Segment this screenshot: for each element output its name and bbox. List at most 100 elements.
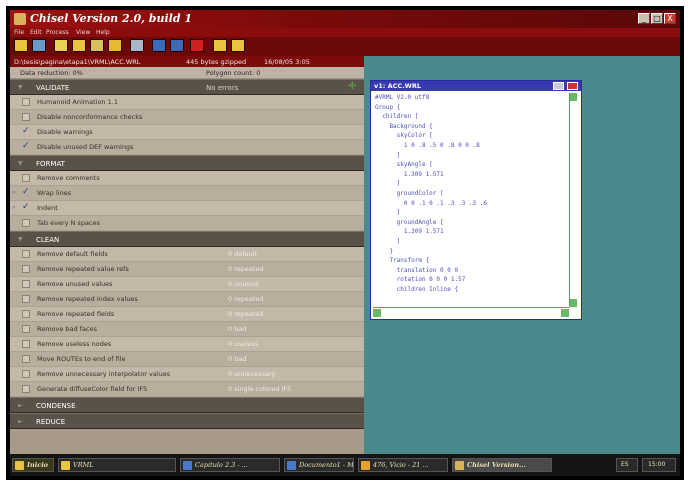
section-format[interactable]: ▼ FORMAT: [10, 155, 364, 171]
option-row[interactable]: Remove unused values 0 unused: [10, 277, 364, 292]
validation-status: No errors: [206, 84, 239, 92]
vertical-scrollbar[interactable]: [569, 93, 577, 307]
option-label: Generate diffuseColor field for IFS: [37, 385, 148, 393]
resize-grip-icon[interactable]: ✛: [348, 81, 356, 92]
process-icon[interactable]: [213, 39, 227, 52]
scroll-up-icon[interactable]: [570, 93, 577, 101]
checkbox[interactable]: [22, 219, 30, 227]
checkbox[interactable]: [22, 113, 30, 121]
option-row[interactable]: Humanoid Animation 1.1: [10, 95, 364, 110]
option-label: Remove comments: [37, 174, 100, 182]
checkbox[interactable]: [22, 370, 30, 378]
checkbox[interactable]: [22, 265, 30, 273]
clock-label: 15:00: [648, 461, 666, 468]
expand-icon: ▼: [18, 160, 23, 167]
menu-file[interactable]: File: [14, 29, 24, 36]
system-clock[interactable]: 15:00: [642, 458, 676, 472]
option-row[interactable]: ✓ Disable unused DEF warnings: [10, 140, 364, 155]
option-row[interactable]: Remove useless nodes 0 useless: [10, 337, 364, 352]
section-reduce[interactable]: ► REDUCE: [10, 413, 364, 429]
undo-icon[interactable]: [54, 39, 68, 52]
desktop-frame: Chisel Version 2.0, build 1 _ □ X File E…: [6, 6, 684, 480]
stop-icon[interactable]: [190, 39, 204, 52]
checkbox[interactable]: [22, 250, 30, 258]
checkbox[interactable]: [22, 174, 30, 182]
option-row[interactable]: Remove unnecessary interpolator values 0 …: [10, 367, 364, 382]
language-indicator[interactable]: ES: [616, 458, 638, 472]
horizontal-scrollbar[interactable]: [373, 307, 569, 317]
clean-options: Remove default fields 0 default Remove rep…: [10, 247, 364, 397]
vrml-maximize-icon[interactable]: [553, 82, 564, 90]
checkmark-icon[interactable]: ✓: [22, 126, 30, 136]
option-count: 0 repeated: [228, 295, 264, 303]
list-icon[interactable]: [130, 39, 144, 52]
language-label: ES: [621, 461, 629, 468]
option-row[interactable]: Generate diffuseColor field for IFS 0 sin…: [10, 382, 364, 397]
option-count: 0 unused: [228, 280, 259, 288]
checkmark-icon[interactable]: ✓: [22, 202, 30, 212]
option-row[interactable]: » ✓ Wrap lines: [10, 186, 364, 201]
vrml-code-text[interactable]: #VRML V2.0 utf8 Group { children [ Backg…: [375, 93, 565, 305]
paste-icon[interactable]: [90, 39, 104, 52]
minimize-button[interactable]: _: [638, 13, 650, 24]
start-button[interactable]: Inicio: [12, 458, 54, 472]
menu-view[interactable]: View: [76, 29, 90, 36]
option-row[interactable]: Move ROUTEs to end of file 0 bad: [10, 352, 364, 367]
checkbox[interactable]: [22, 310, 30, 318]
polygon-count: Polygon count: 0: [206, 69, 261, 77]
save-icon[interactable]: [32, 39, 46, 52]
option-row[interactable]: Remove repeated fields 0 repeated: [10, 307, 364, 322]
option-row[interactable]: Remove repeated index values 0 repeated: [10, 292, 364, 307]
task-chisel[interactable]: Chisel Version...: [452, 458, 552, 472]
arrow-left-icon[interactable]: [152, 39, 166, 52]
checkbox[interactable]: [22, 325, 30, 333]
vrml-title-bar[interactable]: v1: ACC.WRL: [371, 81, 581, 91]
toolbar: [10, 37, 680, 56]
section-condense[interactable]: ► CONDENSE: [10, 397, 364, 413]
scroll-right-icon[interactable]: [561, 309, 569, 317]
open-icon[interactable]: [14, 39, 28, 52]
maximize-button[interactable]: □: [651, 13, 663, 24]
title-bar[interactable]: Chisel Version 2.0, build 1 _ □ X: [10, 10, 680, 28]
option-row[interactable]: Remove repeated value refs 0 repeated: [10, 262, 364, 277]
options-panel: Data reduction: 0% Polygon count: 0 ▼ VA…: [10, 67, 364, 454]
section-label: REDUCE: [36, 418, 66, 426]
section-label: CONDENSE: [36, 402, 76, 410]
scroll-down-icon[interactable]: [570, 299, 577, 307]
option-count: 0 single colored IFS: [228, 385, 292, 393]
copy-icon[interactable]: [72, 39, 86, 52]
task-documento[interactable]: Documento1 - M...: [284, 458, 354, 472]
checkbox[interactable]: [22, 340, 30, 348]
section-validate[interactable]: ▼ VALIDATE No errors ✛: [10, 79, 364, 95]
scroll-left-icon[interactable]: [373, 309, 381, 317]
task-vicio[interactable]: 476, Vicio - 21 ...: [358, 458, 448, 472]
task-capitulo[interactable]: Capitulo 2.3 - ...: [180, 458, 280, 472]
word-doc-icon: [287, 461, 296, 470]
option-row[interactable]: Remove bad faces 0 bad: [10, 322, 364, 337]
checkmark-icon[interactable]: ✓: [22, 187, 30, 197]
arrow-right-icon[interactable]: [170, 39, 184, 52]
checkbox[interactable]: [22, 280, 30, 288]
option-row[interactable]: ✓ Disable warnings: [10, 125, 364, 140]
option-row[interactable]: » ✓ Indent: [10, 201, 364, 216]
checkbox[interactable]: [22, 295, 30, 303]
checkbox[interactable]: [22, 355, 30, 363]
option-label: Remove repeated fields: [37, 310, 115, 318]
option-row[interactable]: Remove default fields 0 default: [10, 247, 364, 262]
vrml-close-icon[interactable]: [567, 82, 578, 90]
section-clean[interactable]: ▼ CLEAN: [10, 231, 364, 247]
process-all-icon[interactable]: [231, 39, 245, 52]
menu-edit[interactable]: Edit: [30, 29, 42, 36]
option-row[interactable]: Remove comments: [10, 171, 364, 186]
menu-process[interactable]: Process: [46, 29, 69, 36]
option-label: Disable nonconformance checks: [37, 113, 143, 121]
checkbox[interactable]: [22, 98, 30, 106]
checkbox[interactable]: [22, 385, 30, 393]
find-icon[interactable]: [108, 39, 122, 52]
close-button[interactable]: X: [664, 13, 676, 24]
checkmark-icon[interactable]: ✓: [22, 141, 30, 151]
option-row[interactable]: Tab every N spaces: [10, 216, 364, 231]
task-vrml[interactable]: VRML: [58, 458, 176, 472]
option-row[interactable]: Disable nonconformance checks: [10, 110, 364, 125]
menu-help[interactable]: Help: [96, 29, 110, 36]
